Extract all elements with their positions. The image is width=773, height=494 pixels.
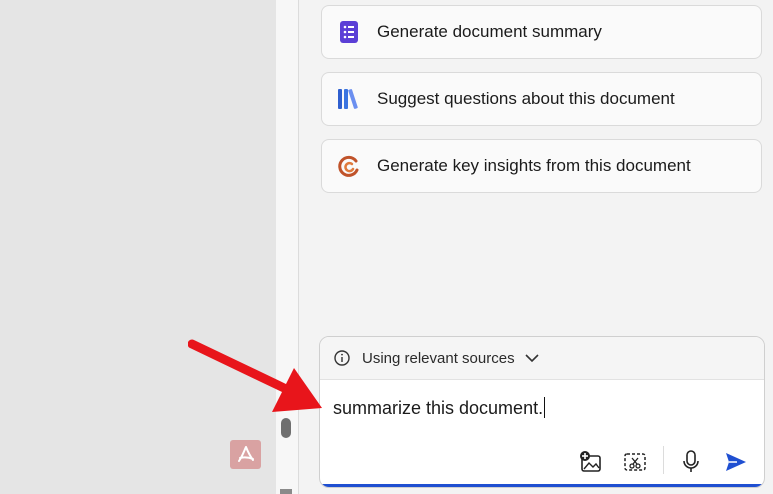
suggestion-generate-summary[interactable]: Generate document summary [321,5,762,59]
text-caret [544,397,546,418]
toolbar-divider [663,446,664,474]
scrollbar-end-marker [280,489,292,494]
books-icon [337,87,361,111]
suggestion-key-insights[interactable]: Generate key insights from this document [321,139,762,193]
sources-label: Using relevant sources [362,349,515,367]
screenshot-clip-icon [624,453,646,471]
document-viewer-pane [0,0,276,494]
input-focus-bar [320,484,764,487]
add-image-button[interactable] [578,449,604,475]
suggestion-suggest-questions[interactable]: Suggest questions about this document [321,72,762,126]
list-document-icon [337,20,361,44]
microphone-icon [683,450,699,472]
sources-dropdown[interactable]: Using relevant sources [320,337,764,380]
scrollbar-thumb[interactable] [281,418,291,438]
info-icon [334,350,350,366]
microphone-button[interactable] [678,449,704,475]
insights-swirl-icon [337,154,361,178]
prompt-input[interactable]: summarize this document. [333,397,546,419]
add-image-icon [580,451,601,472]
chevron-down-icon [525,354,539,363]
suggestion-label: Generate document summary [377,22,602,41]
annotation-arrow-icon [188,339,322,412]
chat-composer: Using relevant sources summarize this do… [319,336,765,488]
suggestion-label: Generate key insights from this document [377,156,691,175]
send-button[interactable] [723,449,749,475]
send-icon [726,453,746,471]
screenshot-clip-button[interactable] [622,449,648,475]
prompt-input-text: summarize this document. [333,398,544,418]
pdf-icon[interactable] [230,440,261,469]
suggestion-label: Suggest questions about this document [377,89,675,108]
